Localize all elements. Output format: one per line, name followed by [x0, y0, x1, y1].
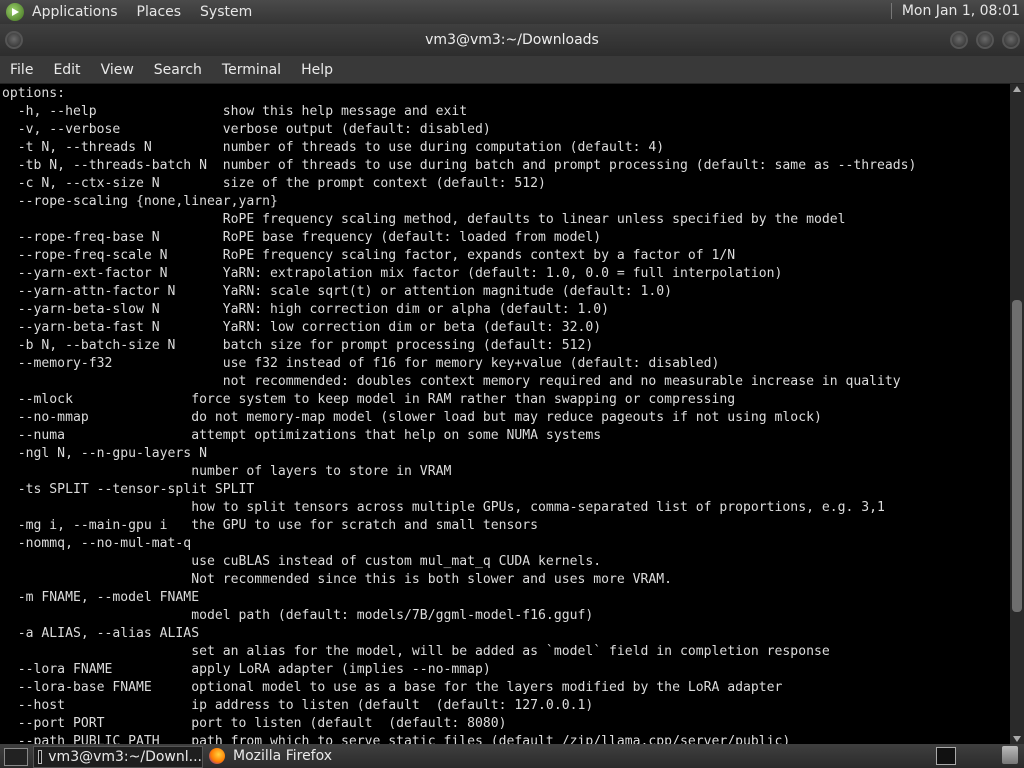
terminal-line: model path (default: models/7B/ggml-mode…: [191, 608, 594, 623]
firefox-icon: [209, 748, 225, 764]
scroll-up-arrow-icon[interactable]: [1013, 86, 1021, 92]
scrollbar-thumb[interactable]: [1012, 300, 1022, 612]
system-menu[interactable]: System: [200, 4, 252, 20]
terminal-line: -mg i, --main-gpu i the GPU to use for s…: [17, 518, 539, 533]
terminal-line: --rope-freq-base N RoPE base frequency (…: [17, 230, 602, 245]
menubar: File Edit View Search Terminal Help: [0, 56, 1024, 84]
bottom-panel: vm3@vm3:~/Downl... Mozilla Firefox: [0, 744, 1024, 768]
terminal-line: -m FNAME, --model FNAME: [17, 590, 200, 605]
window-titlebar[interactable]: vm3@vm3:~/Downloads: [0, 24, 1024, 56]
menu-edit[interactable]: Edit: [43, 62, 90, 78]
scrollbar[interactable]: [1010, 84, 1024, 744]
show-desktop-icon[interactable]: [4, 748, 28, 766]
menu-file[interactable]: File: [0, 62, 43, 78]
maximize-button[interactable]: [976, 31, 994, 49]
scroll-down-arrow-icon[interactable]: [1013, 736, 1021, 742]
terminal-line: -tb N, --threads-batch N number of threa…: [17, 158, 917, 173]
menu-terminal[interactable]: Terminal: [212, 62, 291, 78]
terminal-line: -h, --help show this help message and ex…: [17, 104, 468, 119]
minimize-button[interactable]: [950, 31, 968, 49]
terminal-line: --no-mmap do not memory-map model (slowe…: [17, 410, 822, 425]
terminal-line: use cuBLAS instead of custom mul_mat_q C…: [191, 554, 602, 569]
terminal-line: -t N, --threads N number of threads to u…: [17, 140, 665, 155]
terminal-line: --numa attempt optimizations that help o…: [17, 428, 602, 443]
terminal-line: -v, --verbose verbose output (default: d…: [17, 122, 491, 137]
terminal-line: -a ALIAS, --alias ALIAS: [17, 626, 200, 641]
taskbar-item-firefox[interactable]: Mozilla Firefox: [205, 746, 365, 766]
terminal-icon: [38, 750, 43, 764]
terminal-line: --yarn-beta-slow N YaRN: high correction…: [17, 302, 609, 317]
trash-icon[interactable]: [1002, 746, 1018, 764]
terminal-line: --yarn-ext-factor N YaRN: extrapolation …: [17, 266, 783, 281]
terminal-line: --mlock force system to keep model in RA…: [17, 392, 736, 407]
terminal-line: how to split tensors across multiple GPU…: [191, 500, 885, 515]
taskbar-item-terminal[interactable]: vm3@vm3:~/Downl...: [33, 746, 203, 768]
terminal-line: --host ip address to listen (default (de…: [17, 698, 594, 713]
distro-logo-icon[interactable]: [6, 3, 24, 21]
terminal-line: -nommq, --no-mul-mat-q: [17, 536, 192, 551]
clock[interactable]: Mon Jan 1, 08:01: [890, 3, 1020, 19]
terminal-line: --lora-base FNAME optional model to use …: [17, 680, 783, 695]
applications-menu[interactable]: Applications: [32, 4, 118, 20]
terminal-line: number of layers to store in VRAM: [191, 464, 452, 479]
menu-search[interactable]: Search: [144, 62, 212, 78]
terminal-line: not recommended: doubles context memory …: [222, 374, 901, 389]
menu-help[interactable]: Help: [291, 62, 343, 78]
terminal-tray-icon[interactable]: [936, 747, 956, 765]
terminal-line: --lora FNAME apply LoRA adapter (implies…: [17, 662, 491, 677]
terminal-line: --yarn-attn-factor N YaRN: scale sqrt(t)…: [17, 284, 673, 299]
terminal-line: -ngl N, --n-gpu-layers N: [17, 446, 207, 461]
close-button[interactable]: [1002, 31, 1020, 49]
top-panel: Applications Places System Mon Jan 1, 08…: [0, 0, 1024, 24]
terminal-line: --rope-freq-scale N RoPE frequency scali…: [17, 248, 736, 263]
window-title: vm3@vm3:~/Downloads: [425, 32, 599, 48]
places-menu[interactable]: Places: [137, 4, 182, 20]
taskbar-item-label: vm3@vm3:~/Downl...: [48, 749, 202, 765]
terminal-line: --rope-scaling {none,linear,yarn}: [17, 194, 278, 209]
terminal-line: -c N, --ctx-size N size of the prompt co…: [17, 176, 546, 191]
terminal-line: --port PORT port to listen (default (def…: [17, 716, 507, 731]
taskbar-item-label: Mozilla Firefox: [233, 748, 333, 764]
terminal-line: options:: [2, 86, 66, 101]
terminal-area[interactable]: options: -h, --help show this help messa…: [0, 84, 1010, 744]
terminal-line: -ts SPLIT --tensor-split SPLIT: [17, 482, 255, 497]
terminal-output: options: -h, --help show this help messa…: [2, 85, 916, 744]
terminal-line: --yarn-beta-fast N YaRN: low correction …: [17, 320, 602, 335]
menu-view[interactable]: View: [91, 62, 144, 78]
terminal-line: -b N, --batch-size N batch size for prom…: [17, 338, 594, 353]
terminal-line: set an alias for the model, will be adde…: [191, 644, 830, 659]
terminal-line: --path PUBLIC_PATH path from which to se…: [17, 734, 791, 744]
terminal-line: --memory-f32 use f32 instead of f16 for …: [17, 356, 720, 371]
terminal-line: RoPE frequency scaling method, defaults …: [222, 212, 846, 227]
terminal-line: Not recommended since this is both slowe…: [191, 572, 673, 587]
